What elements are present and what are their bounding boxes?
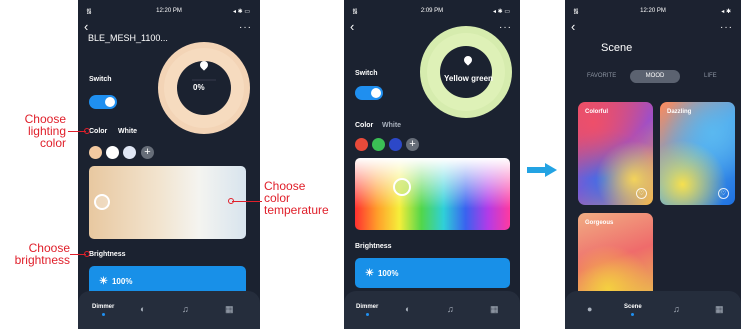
scene-category-tabs: FAVORITE MOOD LIFE [573, 70, 735, 84]
palette-icon: ◐ [405, 304, 411, 314]
grid-icon: ▦ [490, 304, 499, 314]
tab-music[interactable]: ♫ [182, 304, 189, 314]
tab-bulb[interactable]: ● [587, 304, 592, 314]
tab-white[interactable]: White [118, 128, 137, 135]
switch-label: Switch [355, 70, 378, 77]
tab-grid[interactable]: ▦ [715, 304, 724, 315]
music-icon: ♫ [447, 304, 454, 314]
tab-scene[interactable]: Scene [624, 304, 642, 316]
annotation-marker [228, 198, 234, 204]
scene-card-dazzling[interactable]: Dazzling ♡ [660, 102, 735, 205]
grid-icon: ▦ [715, 304, 724, 314]
tab-dimmer[interactable]: Dimmer [356, 304, 378, 316]
palette-icon: ◐ [140, 304, 146, 314]
phone-screen-dimmer-white: ᯾ 12:20 PM ◂ ✱ ▭ ‹ ··· BLE_MESH_1100... … [78, 0, 260, 329]
tab-grid[interactable]: ▦ [225, 304, 234, 315]
swatch-1[interactable] [355, 138, 368, 151]
scene-card-title: Gorgeous [585, 220, 614, 226]
scene-card-colorful[interactable]: Colorful ♡ [578, 102, 653, 205]
tab-color[interactable]: Color [89, 128, 107, 135]
tab-dimmer-label: Dimmer [356, 304, 379, 310]
status-bar: ᯾ 2:09 PM ◂ ✱ ▭ [344, 7, 520, 17]
color-picker[interactable] [355, 158, 510, 230]
tab-mood-label: MOOD [645, 73, 665, 79]
scene-card-title: Colorful [585, 109, 608, 115]
tab-dimmer-label: Dimmer [92, 304, 115, 310]
tab-music[interactable]: ♫ [673, 304, 680, 314]
power-toggle[interactable] [89, 95, 117, 109]
favorite-heart-icon[interactable]: ♡ [718, 188, 729, 199]
annotation-color-temperature: Choose color temperature [264, 179, 329, 217]
color-temperature-picker[interactable] [89, 166, 246, 239]
brightness-slider[interactable]: ☀ 100% [355, 258, 510, 288]
tab-favorite[interactable]: FAVORITE [587, 73, 616, 79]
color-name: Yellow green [444, 74, 493, 83]
battery-icon: ◂ ✱ ▭ [232, 9, 250, 15]
brightness-value: 100% [377, 268, 399, 278]
music-icon: ♫ [673, 304, 680, 314]
tab-palette[interactable]: ◐ [140, 304, 145, 314]
scene-card-gorgeous[interactable]: Gorgeous [578, 213, 653, 303]
tab-scene-label: Scene [624, 304, 642, 310]
scene-card-title: Dazzling [667, 109, 692, 115]
status-bar: ᯾ 12:20 PM ◂ ✱ [565, 7, 741, 17]
add-swatch-button[interactable]: + [406, 138, 419, 151]
brightness-value: 100% [111, 276, 133, 286]
music-icon: ♫ [182, 304, 189, 314]
bottom-tab-bar: ● Scene ♫ ▦ [565, 291, 741, 329]
more-options-icon[interactable]: ··· [720, 22, 733, 33]
favorite-heart-icon[interactable]: ♡ [636, 188, 647, 199]
bottom-tab-bar: Dimmer ◐ ♫ ▦ [344, 291, 520, 329]
picker-handle[interactable] [94, 194, 110, 210]
tab-dimmer[interactable]: Dimmer [92, 304, 114, 316]
picker-handle[interactable] [393, 178, 411, 196]
swatch-2[interactable] [106, 146, 119, 159]
bottom-tab-bar: Dimmer ◐ ♫ ▦ [78, 291, 260, 329]
annotation-line [232, 201, 262, 202]
swatch-1[interactable] [89, 146, 102, 159]
brightness-label: Brightness [89, 251, 126, 258]
annotation-marker [84, 251, 90, 257]
back-arrow-icon[interactable]: ‹ [350, 20, 354, 33]
tab-palette[interactable]: ◐ [405, 304, 410, 314]
annotation-brightness: Choose brightness [14, 241, 70, 267]
power-toggle[interactable] [355, 86, 383, 100]
sun-icon: ☀ [99, 275, 108, 287]
status-time: 12:20 PM [640, 8, 666, 14]
grid-icon: ▦ [225, 304, 234, 314]
back-arrow-icon[interactable]: ‹ [84, 20, 88, 33]
battery-icon: ◂ ✱ [721, 9, 731, 15]
tab-white[interactable]: White [382, 122, 401, 129]
sun-icon: ☀ [365, 267, 374, 279]
add-swatch-button[interactable]: + [141, 146, 154, 159]
swatch-2[interactable] [372, 138, 385, 151]
annotation-marker [84, 128, 90, 134]
annotation-lighting-color: Choose lighting color [24, 112, 66, 150]
bulb-icon: ● [587, 304, 593, 314]
tab-grid[interactable]: ▦ [490, 304, 499, 315]
switch-label: Switch [89, 76, 112, 83]
page-title: Scene [601, 42, 633, 54]
status-bar: ᯾ 12:20 PM ◂ ✱ ▭ [78, 7, 260, 17]
more-options-icon[interactable]: ··· [239, 22, 252, 33]
tab-mood[interactable]: MOOD [630, 70, 680, 83]
swatch-3[interactable] [389, 138, 402, 151]
tab-music[interactable]: ♫ [447, 304, 454, 314]
brightness-percent: 0% [193, 83, 205, 92]
brightness-label: Brightness [355, 243, 392, 250]
tab-life[interactable]: LIFE [704, 73, 717, 79]
tab-color[interactable]: Color [355, 122, 373, 129]
swatch-3[interactable] [123, 146, 136, 159]
back-arrow-icon[interactable]: ‹ [571, 20, 575, 33]
battery-icon: ◂ ✱ ▭ [492, 9, 510, 15]
transition-arrow-icon [527, 163, 557, 177]
phone-screen-dimmer-color: ᯾ 2:09 PM ◂ ✱ ▭ ‹ ··· Yellow green Switc… [344, 0, 520, 329]
phone-screen-scene: ᯾ 12:20 PM ◂ ✱ ‹ ··· Scene FAVORITE MOOD… [565, 0, 741, 329]
